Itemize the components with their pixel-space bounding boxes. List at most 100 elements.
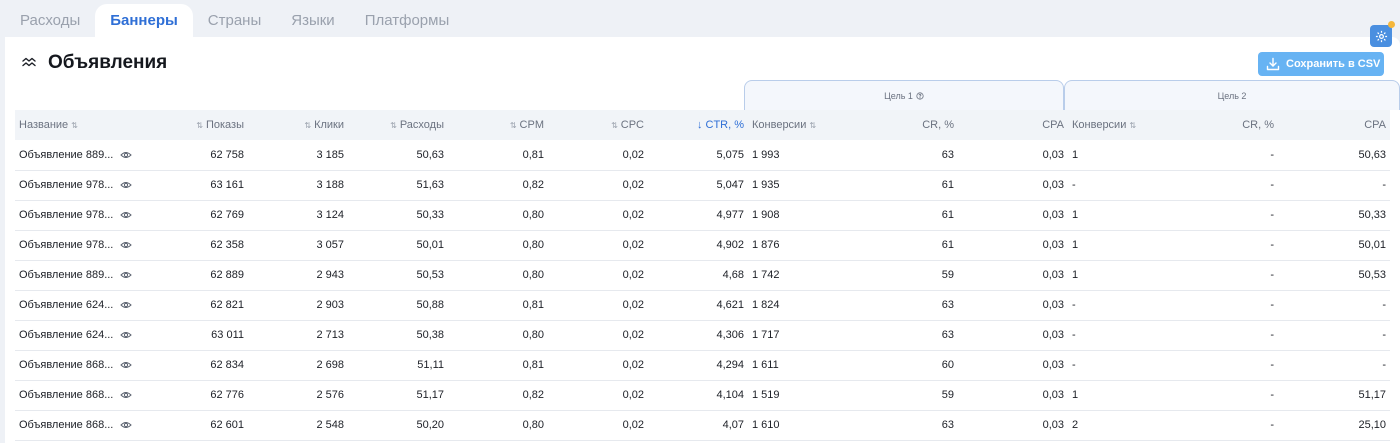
table-row[interactable]: Объявление 978... 63 161 3 188 51,63 0,82 0,0…	[15, 170, 1390, 201]
cell-goal2-cr: -	[1178, 410, 1278, 441]
eye-icon[interactable]	[120, 149, 132, 161]
cell-goal2-conversions: 1	[1068, 380, 1178, 411]
eye-icon[interactable]	[120, 389, 132, 401]
cell-name: Объявление 624...	[15, 290, 136, 321]
tab-bar: Расходы Баннеры Страны Языки Платформы	[5, 0, 464, 37]
cell-goal2-cpa: 50,01	[1278, 230, 1390, 261]
save-csv-button[interactable]: Сохранить в CSV	[1258, 52, 1384, 76]
cell-clicks: 2 698	[248, 350, 348, 381]
eye-icon[interactable]	[120, 239, 132, 251]
cell-ctr: 4,68	[648, 260, 748, 291]
table-row[interactable]: Объявление 978... 62 358 3 057 50,01 0,80 0,0…	[15, 230, 1390, 261]
cell-expenses: 50,33	[348, 200, 448, 231]
eye-icon[interactable]	[120, 329, 132, 341]
column-header-goal2-cr[interactable]: CR, %	[1178, 110, 1278, 140]
table-row[interactable]: Объявление 978... 62 769 3 124 50,33 0,80 0,0…	[15, 200, 1390, 231]
eye-icon[interactable]	[120, 419, 132, 431]
ad-name-cell: Объявление 978...	[19, 209, 132, 221]
cell-goal1-conversions: 1 876	[748, 230, 858, 261]
ad-name[interactable]: Объявление 868...	[19, 359, 113, 371]
cell-goal2-conversions: -	[1068, 290, 1178, 321]
table-row[interactable]: Объявление 624... 63 011 2 713 50,38 0,80 0,0…	[15, 320, 1390, 351]
ad-name-cell: Объявление 889...	[19, 149, 132, 161]
ad-name[interactable]: Объявление 868...	[19, 419, 113, 431]
eye-icon[interactable]	[120, 269, 132, 281]
tab-banners[interactable]: Баннеры	[95, 4, 193, 37]
table-row[interactable]: Объявление 868... 62 601 2 548 50,20 0,80 0,0…	[15, 410, 1390, 441]
column-header-goal2-conversions[interactable]: Конверсии ⇅	[1068, 110, 1178, 140]
ad-name-cell: Объявление 868...	[19, 389, 132, 401]
cell-impressions: 62 758	[136, 140, 248, 171]
column-header-impressions[interactable]: ⇅ Показы	[136, 110, 248, 140]
cell-cpc: 0,02	[548, 410, 648, 441]
cell-clicks: 3 185	[248, 140, 348, 171]
eye-icon[interactable]	[120, 299, 132, 311]
cell-name: Объявление 889...	[15, 140, 136, 171]
settings-button[interactable]	[1370, 25, 1392, 47]
table-row[interactable]: Объявление 889... 62 758 3 185 50,63 0,81 0,0…	[15, 140, 1390, 171]
eye-icon[interactable]	[120, 179, 132, 191]
cell-goal2-cpa: -	[1278, 350, 1390, 381]
table-row[interactable]: Объявление 868... 62 776 2 576 51,17 0,82 0,0…	[15, 380, 1390, 411]
ad-name[interactable]: Объявление 978...	[19, 209, 113, 221]
cell-cpm: 0,80	[448, 230, 548, 261]
cell-expenses: 50,88	[348, 290, 448, 321]
column-header-cpm[interactable]: ⇅ CPM	[448, 110, 548, 140]
cell-ctr: 5,047	[648, 170, 748, 201]
cell-name: Объявление 624...	[15, 320, 136, 351]
cell-goal1-conversions: 1 908	[748, 200, 858, 231]
cell-cpm: 0,81	[448, 290, 548, 321]
ad-name[interactable]: Объявление 889...	[19, 269, 113, 281]
cell-name: Объявление 978...	[15, 170, 136, 201]
column-header-clicks[interactable]: ⇅ Клики	[248, 110, 348, 140]
gear-icon	[1375, 30, 1387, 42]
ad-name-cell: Объявление 868...	[19, 359, 132, 371]
tab-platforms[interactable]: Платформы	[350, 4, 465, 37]
cell-goal2-cr: -	[1178, 140, 1278, 171]
ad-name[interactable]: Объявление 889...	[19, 149, 113, 161]
column-header-cpc[interactable]: ⇅ CPC	[548, 110, 648, 140]
cell-goal2-cpa: 51,17	[1278, 380, 1390, 411]
ad-name[interactable]: Объявление 978...	[19, 239, 113, 251]
cell-expenses: 50,20	[348, 410, 448, 441]
cell-impressions: 62 601	[136, 410, 248, 441]
tab-countries[interactable]: Страны	[193, 4, 276, 37]
help-icon[interactable]	[916, 91, 924, 100]
column-header-goal1-cpa[interactable]: CPA	[958, 110, 1068, 140]
cell-name: Объявление 868...	[15, 380, 136, 411]
ad-name[interactable]: Объявление 624...	[19, 329, 113, 341]
cell-goal2-conversions: 1	[1068, 260, 1178, 291]
column-header-goal1-cr[interactable]: CR, %	[858, 110, 958, 140]
column-label: CPC	[620, 119, 644, 131]
ad-name[interactable]: Объявление 624...	[19, 299, 113, 311]
cell-goal2-cr: -	[1178, 170, 1278, 201]
column-header-goal1-conversions[interactable]: Конверсии ⇅	[748, 110, 858, 140]
cell-cpm: 0,80	[448, 320, 548, 351]
table-row[interactable]: Объявление 889... 62 889 2 943 50,53 0,80 0,0…	[15, 260, 1390, 291]
cell-ctr: 4,621	[648, 290, 748, 321]
column-label: CPA	[1364, 119, 1386, 131]
tab-expenses[interactable]: Расходы	[5, 4, 95, 37]
tab-languages[interactable]: Языки	[276, 4, 349, 37]
eye-icon[interactable]	[120, 209, 132, 221]
trend-lines-icon[interactable]	[22, 55, 36, 69]
cell-cpc: 0,02	[548, 320, 648, 351]
ad-name[interactable]: Объявление 868...	[19, 389, 113, 401]
cell-name: Объявление 978...	[15, 200, 136, 231]
table-row[interactable]: Объявление 624... 62 821 2 903 50,88 0,81 0,0…	[15, 290, 1390, 321]
ad-name[interactable]: Объявление 978...	[19, 179, 113, 191]
cell-goal2-cpa: -	[1278, 290, 1390, 321]
cell-name: Объявление 978...	[15, 230, 136, 261]
cell-goal2-cr: -	[1178, 350, 1278, 381]
table-row[interactable]: Объявление 868... 62 834 2 698 51,11 0,81 0,0…	[15, 350, 1390, 381]
column-header-ctr[interactable]: ↓ CTR, %	[648, 110, 748, 140]
cell-cpm: 0,80	[448, 260, 548, 291]
column-header-name[interactable]: Название ⇅	[15, 110, 136, 140]
cell-goal2-cpa: 50,63	[1278, 140, 1390, 171]
column-header-goal2-cpa[interactable]: CPA	[1278, 110, 1390, 140]
column-label: CPA	[1042, 119, 1064, 131]
cell-goal2-cpa: -	[1278, 320, 1390, 351]
column-label: Клики	[314, 119, 344, 131]
eye-icon[interactable]	[120, 359, 132, 371]
column-header-expenses[interactable]: ⇅ Расходы	[348, 110, 448, 140]
